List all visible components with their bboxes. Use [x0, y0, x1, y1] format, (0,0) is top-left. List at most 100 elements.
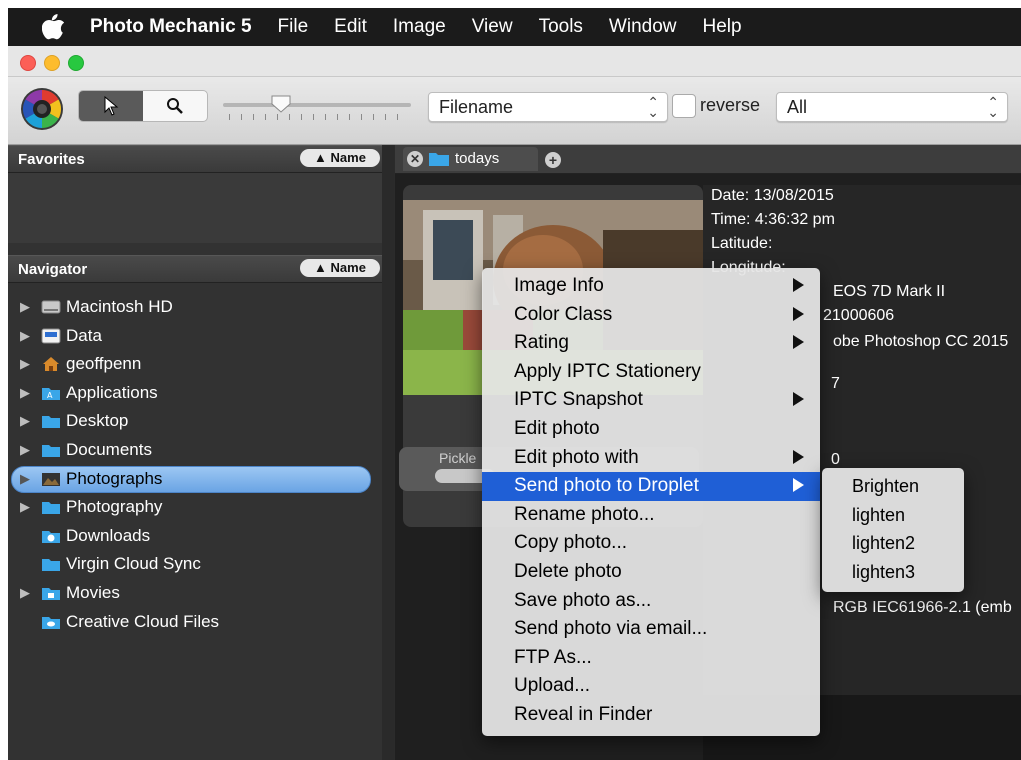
- svg-text:A: A: [47, 391, 53, 400]
- nav-item-label: Data: [66, 325, 102, 345]
- nav-item-macintosh-hd[interactable]: ▶ Macintosh HD: [8, 293, 382, 322]
- filter-select[interactable]: All ⌃ ⌄: [776, 92, 1008, 122]
- disclosure-triangle-icon[interactable]: ▶: [20, 328, 30, 344]
- disclosure-triangle-icon[interactable]: ▶: [20, 385, 30, 401]
- menu-item-label: Apply IPTC Stationery: [514, 360, 701, 382]
- favorites-list[interactable]: [8, 173, 382, 243]
- menu-file[interactable]: File: [278, 16, 309, 38]
- menu-item-label: Image Info: [514, 275, 604, 296]
- menu-item-delete-photo[interactable]: Delete photo: [482, 558, 820, 587]
- nav-item-movies[interactable]: ▶ Movies: [8, 579, 382, 608]
- menu-item-color-class[interactable]: Color Class: [482, 301, 820, 330]
- menu-window[interactable]: Window: [609, 16, 677, 38]
- menu-item-label: Rating: [514, 332, 569, 354]
- disclosure-triangle-icon[interactable]: ▶: [20, 585, 30, 601]
- sort-by-select[interactable]: Filename ⌃ ⌄: [428, 92, 668, 122]
- close-window-button[interactable]: [20, 55, 36, 71]
- filter-value: All: [787, 96, 808, 117]
- nav-item-photographs[interactable]: ▶ Photographs: [8, 465, 382, 494]
- droplet-item-label: lighten3: [852, 561, 916, 582]
- nav-item-creative-cloud-files[interactable]: Creative Cloud Files: [8, 608, 382, 637]
- droplet-item-brighten[interactable]: Brighten: [822, 472, 964, 501]
- menu-item-save-photo-as[interactable]: Save photo as...: [482, 587, 820, 616]
- disclosure-triangle-icon[interactable]: ▶: [20, 299, 30, 315]
- navigator-sort-button[interactable]: ▲ Name: [300, 259, 380, 277]
- favorites-sort-button[interactable]: ▲ Name: [300, 149, 380, 167]
- nav-item-data[interactable]: ▶ Data: [8, 322, 382, 351]
- menu-item-apply-iptc-stationery[interactable]: Apply IPTC Stationery: [482, 358, 820, 387]
- arrow-pointer-icon: [104, 96, 119, 116]
- menu-tools[interactable]: Tools: [539, 16, 583, 38]
- menu-item-edit-photo-with[interactable]: Edit photo with: [482, 444, 820, 473]
- menu-item-edit-photo[interactable]: Edit photo: [482, 415, 820, 444]
- menu-item-reveal-in-finder[interactable]: Reveal in Finder: [482, 701, 820, 730]
- menu-item-ftp-as[interactable]: FTP As...: [482, 644, 820, 673]
- menu-help[interactable]: Help: [703, 16, 742, 38]
- nav-item-label: Creative Cloud Files: [66, 611, 220, 631]
- sort-by-value: Filename: [439, 96, 514, 117]
- minimize-window-button[interactable]: [44, 55, 60, 71]
- menu-item-label: Upload...: [514, 675, 591, 697]
- nav-item-desktop[interactable]: ▶ Desktop: [8, 407, 382, 436]
- tool-selector: [78, 90, 208, 122]
- tab-label: todays: [455, 150, 500, 167]
- disclosure-triangle-icon[interactable]: ▶: [20, 413, 30, 429]
- info-extra2: 0: [831, 451, 840, 468]
- close-tab-icon[interactable]: ✕: [407, 151, 423, 167]
- arrow-tool-button[interactable]: [79, 91, 143, 121]
- add-tab-icon[interactable]: +: [545, 152, 561, 168]
- menu-edit[interactable]: Edit: [334, 16, 367, 38]
- tab-todays[interactable]: ✕ todays: [403, 147, 538, 171]
- external-drive-icon: [41, 328, 61, 344]
- menu-item-upload[interactable]: Upload...: [482, 672, 820, 701]
- menu-view[interactable]: View: [472, 16, 513, 38]
- menu-image[interactable]: Image: [393, 16, 446, 38]
- menu-item-image-info[interactable]: Image Info: [482, 272, 820, 301]
- droplet-item-label: lighten2: [852, 533, 916, 554]
- droplet-item-label: Brighten: [852, 476, 920, 496]
- reverse-label: reverse: [700, 95, 761, 115]
- photo-mechanic-logo-icon[interactable]: [18, 85, 66, 133]
- folder-icon: [428, 151, 450, 167]
- nav-item-downloads[interactable]: Downloads: [8, 522, 382, 551]
- left-panel-scrollbar[interactable]: [382, 145, 394, 760]
- zoom-window-button[interactable]: [68, 55, 84, 71]
- info-colorspace: RGB IEC61966-2.1 (emb: [833, 599, 1012, 616]
- info-date: Date: 13/08/2015: [711, 187, 834, 204]
- window-titlebar: [8, 46, 1021, 77]
- reverse-checkbox[interactable]: [672, 94, 696, 118]
- menu-item-iptc-snapshot[interactable]: IPTC Snapshot: [482, 386, 820, 415]
- applications-folder-icon: A: [41, 385, 61, 401]
- droplet-item-lighten2[interactable]: lighten2: [822, 529, 964, 558]
- slider-knob[interactable]: [271, 95, 291, 113]
- menu-item-rating[interactable]: Rating: [482, 329, 820, 358]
- submenu-arrow-icon: [793, 306, 804, 321]
- zoom-tool-button[interactable]: [143, 91, 207, 121]
- menu-item-label: Delete photo: [514, 561, 622, 582]
- apple-logo-icon[interactable]: [38, 12, 68, 42]
- menu-item-rename-photo[interactable]: Rename photo...: [482, 501, 820, 530]
- nav-item-virgin-cloud-sync[interactable]: Virgin Cloud Sync: [8, 550, 382, 579]
- disclosure-triangle-icon[interactable]: ▶: [20, 499, 30, 515]
- nav-item-documents[interactable]: ▶ Documents: [8, 436, 382, 465]
- navigator-title: Navigator: [18, 261, 88, 278]
- menu-item-copy-photo[interactable]: Copy photo...: [482, 529, 820, 558]
- disclosure-triangle-icon[interactable]: ▶: [20, 442, 30, 458]
- menu-item-label: Copy photo...: [514, 532, 628, 554]
- disclosure-triangle-icon[interactable]: ▶: [20, 471, 30, 487]
- nav-item-photography[interactable]: ▶ Photography: [8, 493, 382, 522]
- droplet-item-lighten[interactable]: lighten: [822, 501, 964, 530]
- nav-item-geoffpenn[interactable]: ▶ geoffpenn: [8, 350, 382, 379]
- nav-item-applications[interactable]: ▶ A Applications: [8, 379, 382, 408]
- menu-item-send-photo-to-droplet[interactable]: Send photo to Droplet: [482, 472, 820, 501]
- thumbnail-size-slider[interactable]: [223, 95, 413, 120]
- nav-item-label: Macintosh HD: [66, 297, 173, 316]
- menu-item-send-photo-via-email[interactable]: Send photo via email...: [482, 615, 820, 644]
- favorites-title: Favorites: [18, 151, 85, 168]
- home-icon: [41, 356, 61, 372]
- info-camera: EOS 7D Mark II: [833, 283, 946, 300]
- nav-item-label: Virgin Cloud Sync: [66, 554, 201, 574]
- app-name-menu[interactable]: Photo Mechanic 5: [90, 16, 252, 38]
- droplet-item-lighten3[interactable]: lighten3: [822, 558, 964, 587]
- disclosure-triangle-icon[interactable]: ▶: [20, 356, 30, 372]
